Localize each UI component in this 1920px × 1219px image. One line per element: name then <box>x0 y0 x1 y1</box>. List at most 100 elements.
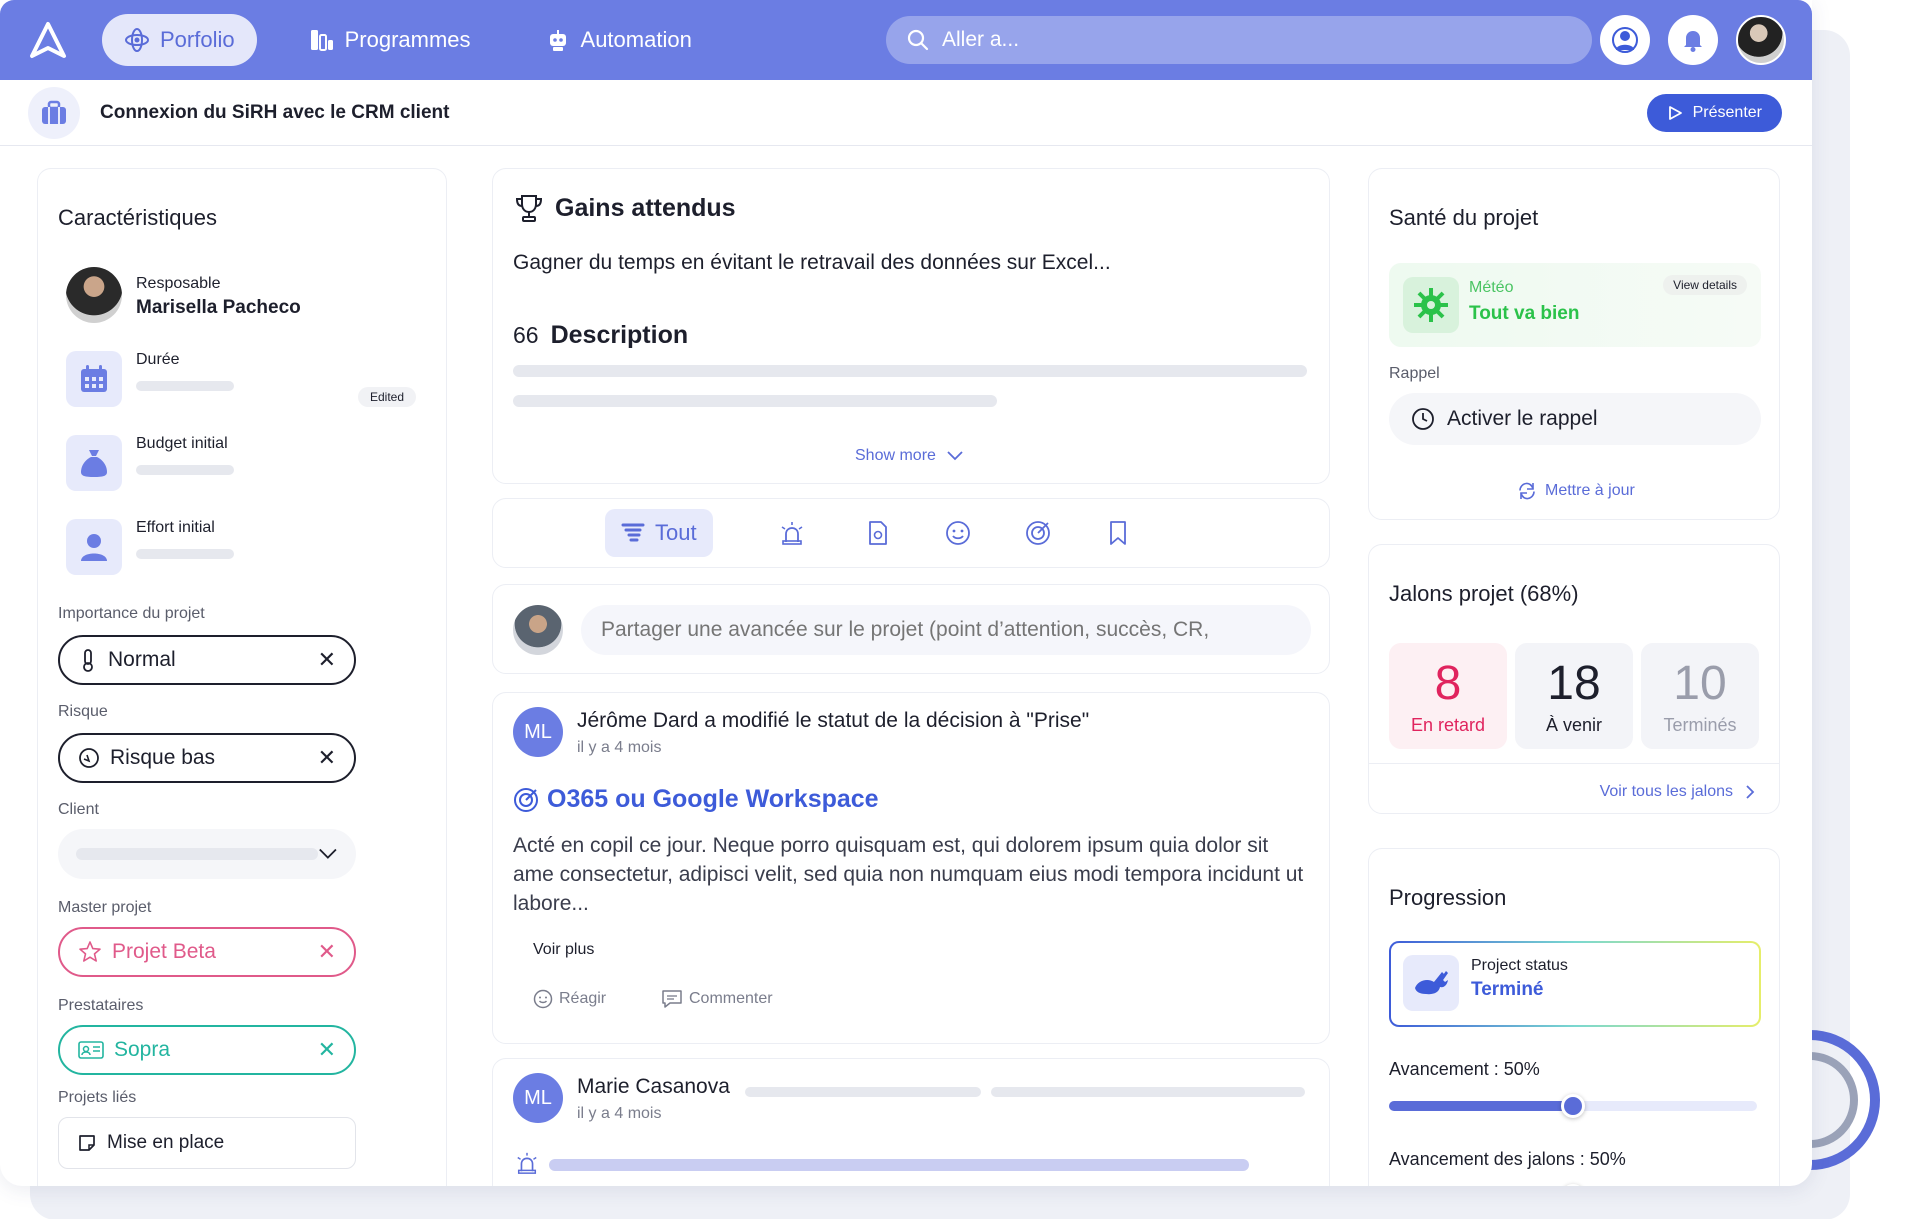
prestataires-select[interactable]: Sopra ✕ <box>58 1025 356 1075</box>
composer-avatar <box>513 605 563 655</box>
clear-importance-icon[interactable]: ✕ <box>318 647 336 673</box>
decision-link[interactable]: O365 ou Google Workspace <box>513 785 879 814</box>
weather-label: Météo <box>1469 279 1514 296</box>
author-avatar[interactable]: ML <box>513 1073 563 1123</box>
description-title: Description <box>550 321 689 349</box>
gains-text: Gagner du temps en évitant le retravail … <box>513 251 1111 274</box>
weather-value: Tout va bien <box>1469 303 1580 324</box>
refresh-icon <box>1519 482 1535 500</box>
play-icon <box>1668 106 1682 120</box>
present-button[interactable]: Présenter <box>1646 94 1782 132</box>
upcoming-label: À venir <box>1545 715 1603 735</box>
smiley-icon <box>533 989 553 1009</box>
top-right-actions <box>1600 15 1786 65</box>
user-avatar[interactable] <box>1736 15 1786 65</box>
risque-label: Risque <box>58 703 108 720</box>
status-icon-box <box>1403 955 1459 1011</box>
app-logo-icon[interactable] <box>28 20 68 60</box>
feed-filter-toolbar: Tout <box>492 498 1330 568</box>
clear-prestataires-icon[interactable]: ✕ <box>318 1037 336 1063</box>
show-more-link[interactable]: Show more <box>855 447 964 465</box>
filter-all-tab[interactable]: Tout <box>605 509 713 557</box>
update-label: Mettre à jour <box>1545 482 1635 499</box>
progression-title: Progression <box>1389 885 1507 910</box>
project-type-icon <box>28 86 80 139</box>
project-title: Connexion du SiRH avec le CRM client <box>100 101 450 123</box>
responsable-label: Resposable <box>136 275 221 292</box>
update-link[interactable]: Mettre à jour <box>1517 481 1635 501</box>
milestones-slider-handle[interactable] <box>1561 1184 1585 1186</box>
react-button[interactable]: Réagir <box>533 989 606 1009</box>
importance-value: Normal <box>108 648 176 671</box>
global-search[interactable] <box>886 16 1592 64</box>
search-icon <box>907 29 929 51</box>
client-select[interactable] <box>58 829 356 879</box>
filter-alerts-tab[interactable] <box>777 509 807 557</box>
project-status-panel[interactable]: Project status Terminé <box>1389 941 1761 1027</box>
filter-documents-tab[interactable] <box>863 509 893 557</box>
prestataires-label: Prestataires <box>58 997 144 1014</box>
feed-body: Acté en copil ce jour. Neque porro quisq… <box>513 834 1304 915</box>
document-icon <box>869 521 887 545</box>
see-all-label: Voir tous les jalons <box>1599 783 1733 800</box>
client-value-placeholder <box>76 848 319 860</box>
risque-select[interactable]: Risque bas ✕ <box>58 733 356 783</box>
milestones-late-stat[interactable]: 8 En retard <box>1389 643 1507 749</box>
tornado-icon <box>621 523 645 542</box>
card-divider <box>1369 763 1779 764</box>
description-line-2 <box>513 395 997 407</box>
clear-master-icon[interactable]: ✕ <box>318 939 336 965</box>
nav-item-portfolio[interactable]: Porfolio <box>102 14 257 66</box>
status-value: Terminé <box>1471 979 1544 1000</box>
voir-plus-link[interactable]: Voir plus <box>533 941 594 959</box>
composer-input[interactable] <box>581 605 1311 655</box>
characteristics-title: Caractéristiques <box>58 205 217 230</box>
progress-slider-handle[interactable] <box>1561 1094 1585 1118</box>
chevron-right-icon <box>1746 785 1755 799</box>
master-value: Projet Beta <box>112 940 216 963</box>
clear-risque-icon[interactable]: ✕ <box>318 745 336 771</box>
person-icon <box>66 519 122 575</box>
rabbit-icon <box>1415 971 1448 995</box>
activate-reminder-button[interactable]: Activer le rappel <box>1389 393 1761 445</box>
rappel-label: Rappel <box>1389 365 1440 382</box>
milestones-upcoming-stat[interactable]: 18 À venir <box>1515 643 1633 749</box>
linked-project-item[interactable]: Mise en place <box>58 1117 356 1169</box>
projets-lies-label: Projets liés <box>58 1089 137 1106</box>
search-input[interactable] <box>942 28 1542 52</box>
id-card-icon <box>78 1041 104 1059</box>
budget-label: Budget initial <box>136 435 228 452</box>
master-project-select[interactable]: Projet Beta ✕ <box>58 927 356 977</box>
note-icon <box>79 1135 95 1151</box>
filter-moods-tab[interactable] <box>943 509 973 557</box>
comment-button[interactable]: Commenter <box>661 989 773 1009</box>
filter-bookmarks-tab[interactable] <box>1103 509 1133 557</box>
filter-decisions-tab[interactable] <box>1023 509 1053 557</box>
nav-item-automation[interactable]: Automation <box>523 14 714 66</box>
budget-value-placeholder <box>136 465 234 475</box>
profile-button[interactable] <box>1600 15 1650 65</box>
duree-row: Durée <box>66 351 234 407</box>
see-all-milestones-link[interactable]: Voir tous les jalons <box>1600 783 1755 801</box>
project-header: Connexion du SiRH avec le CRM client Pré… <box>0 80 1812 146</box>
health-title: Santé du projet <box>1389 205 1539 230</box>
feed-timestamp: il y a 4 mois <box>577 1105 662 1122</box>
trophy-icon <box>515 195 543 222</box>
weather-icon-box <box>1403 277 1459 333</box>
responsable-avatar[interactable] <box>66 267 122 323</box>
feed-item: ML Marie Casanova il y a 4 mois <box>492 1058 1330 1186</box>
feed-headline: Jérôme Dard a modifié le statut de la dé… <box>577 709 1090 732</box>
weather-panel[interactable]: Météo Tout va bien View details <box>1389 263 1761 347</box>
milestones-done-stat[interactable]: 10 Terminés <box>1641 643 1759 749</box>
robot-icon <box>549 30 566 51</box>
nav-item-programmes[interactable]: Programmes <box>287 14 493 66</box>
importance-select[interactable]: Normal ✕ <box>58 635 356 685</box>
progress-slider[interactable] <box>1389 1094 1757 1118</box>
notifications-button[interactable] <box>1668 15 1718 65</box>
author-avatar[interactable]: ML <box>513 707 563 757</box>
view-details-button[interactable]: View details <box>1663 275 1747 295</box>
progression-card: Progression Project status Terminé Avanc… <box>1368 848 1780 1186</box>
feed-headline-placeholder <box>745 1087 981 1097</box>
duree-value-placeholder <box>136 381 234 391</box>
late-label: En retard <box>1410 715 1486 735</box>
